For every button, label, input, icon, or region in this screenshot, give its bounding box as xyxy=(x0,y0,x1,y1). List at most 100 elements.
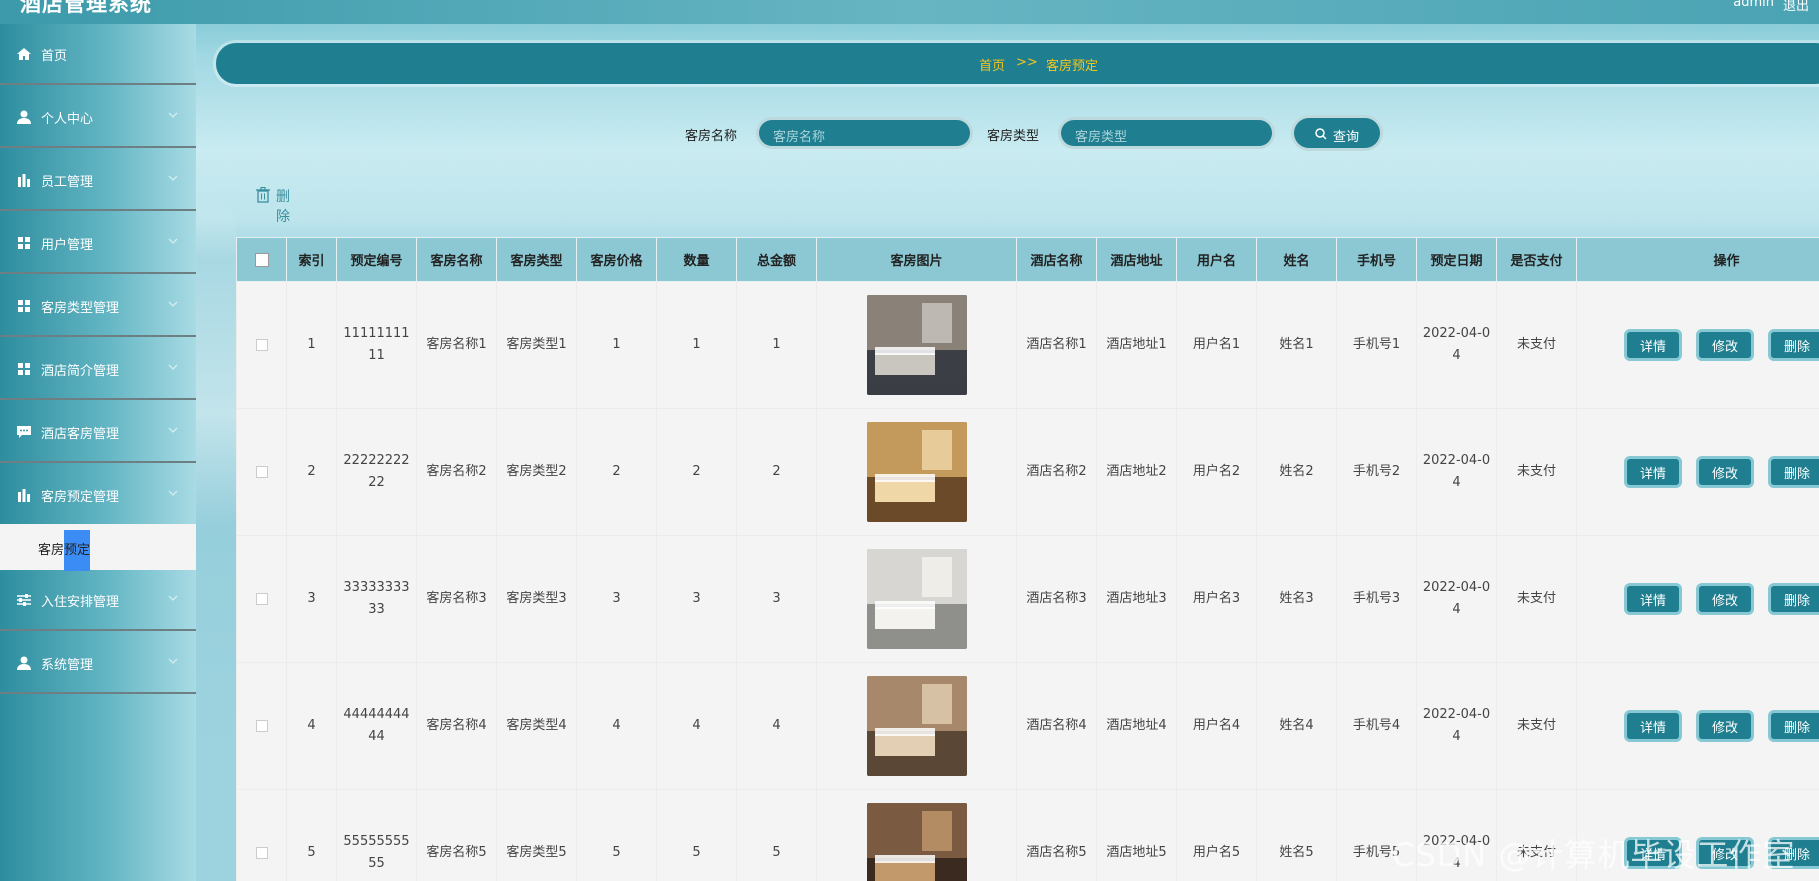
sidebar-item-3[interactable]: 员工管理 xyxy=(0,150,196,211)
cell-price: 4 xyxy=(576,662,657,790)
chevron-down-icon xyxy=(166,234,180,248)
search-button-label: 查询 xyxy=(1333,130,1360,145)
row-checkbox[interactable] xyxy=(255,846,268,859)
logout-link[interactable]: 退出 xyxy=(1783,0,1809,14)
chevron-down-icon xyxy=(166,591,180,605)
cell-index: 1 xyxy=(286,281,337,409)
submenu-room-booking[interactable]: 客房预定 xyxy=(0,524,196,571)
room-type-input[interactable]: 客房类型 xyxy=(1058,117,1275,149)
room-image[interactable] xyxy=(866,422,967,522)
cell-paid: 未支付 xyxy=(1496,535,1577,663)
edit-button[interactable]: 修改 xyxy=(1696,710,1754,742)
room-image-cell xyxy=(816,662,1017,790)
cell-hotel-addr: 酒店地址5 xyxy=(1096,789,1177,881)
sidebar-item-5[interactable]: 客房类型管理 xyxy=(0,276,196,337)
cell-hotel-name: 酒店名称5 xyxy=(1016,789,1097,881)
cell-total: 5 xyxy=(736,789,817,881)
breadcrumb-current: 客房预定 xyxy=(1046,59,1099,74)
table-header-row: 索引 预定编号 客房名称 客房类型 客房价格 数量 总金额 客房图片 酒店名称 酒店地址 用户名 姓名… xyxy=(236,237,1819,282)
sidebar-item-6[interactable]: 酒店简介管理 xyxy=(0,339,196,400)
grid-icon xyxy=(16,235,32,251)
column-header: 预定日期 xyxy=(1416,237,1497,282)
cell-room-type: 客房类型4 xyxy=(496,662,577,790)
column-header: 手机号 xyxy=(1336,237,1417,282)
cell-paid: 未支付 xyxy=(1496,408,1577,536)
sidebar-item-label: 入住安排管理 xyxy=(41,595,120,610)
row-checkbox[interactable] xyxy=(255,465,268,478)
row-select-cell xyxy=(236,535,287,663)
chevron-down-icon xyxy=(166,171,180,185)
edit-button[interactable]: 修改 xyxy=(1696,329,1754,361)
edit-button[interactable]: 修改 xyxy=(1696,583,1754,615)
cell-price: 5 xyxy=(576,789,657,881)
sidebar-item-9[interactable]: 入住安排管理 xyxy=(0,570,196,631)
sidebar-item-label: 用户管理 xyxy=(41,238,94,253)
room-name-input[interactable]: 客房名称 xyxy=(756,117,973,149)
cell-qty: 2 xyxy=(656,408,737,536)
sidebar-item-1[interactable]: 首页 xyxy=(0,24,196,85)
batch-delete-label: 删除 xyxy=(276,189,290,225)
cell-room-name: 客房名称5 xyxy=(416,789,497,881)
sidebar-item-label: 客房预定管理 xyxy=(41,490,120,505)
cell-name: 姓名3 xyxy=(1256,535,1337,663)
submenu-label: 客房预定 xyxy=(38,530,91,571)
delete-button[interactable]: 删除 xyxy=(1768,329,1819,361)
detail-button[interactable]: 详情 xyxy=(1624,329,1682,361)
room-image[interactable] xyxy=(866,803,967,881)
cell-name: 姓名1 xyxy=(1256,281,1337,409)
sidebar-item-2[interactable]: 个人中心 xyxy=(0,87,196,148)
select-all-checkbox[interactable] xyxy=(254,252,269,267)
row-checkbox[interactable] xyxy=(255,338,268,351)
detail-button[interactable]: 详情 xyxy=(1624,583,1682,615)
delete-button[interactable]: 删除 xyxy=(1768,710,1819,742)
cell-code: 5555555555 xyxy=(336,789,417,881)
room-image-cell xyxy=(816,789,1017,881)
chevron-down-icon xyxy=(166,108,180,122)
cell-date: 2022-04-04 xyxy=(1416,281,1497,409)
submenu-label-a: 客房 xyxy=(38,543,65,558)
row-select-cell xyxy=(236,281,287,409)
cell-code: 2222222222 xyxy=(336,408,417,536)
sidebar-item-8[interactable]: 客房预定管理 xyxy=(0,465,196,526)
sidebar-item-label: 个人中心 xyxy=(41,112,94,127)
room-image[interactable] xyxy=(866,549,967,649)
row-checkbox[interactable] xyxy=(255,592,268,605)
search-button[interactable]: 查询 xyxy=(1291,115,1383,151)
sidebar-item-4[interactable]: 用户管理 xyxy=(0,213,196,274)
actions-cell: 详情 修改 删除 xyxy=(1576,662,1819,790)
detail-button[interactable]: 详情 xyxy=(1624,710,1682,742)
edit-button[interactable]: 修改 xyxy=(1696,456,1754,488)
column-header: 总金额 xyxy=(736,237,817,282)
room-image[interactable] xyxy=(866,295,967,395)
cell-qty: 3 xyxy=(656,535,737,663)
trash-icon xyxy=(256,187,270,203)
cell-qty: 5 xyxy=(656,789,737,881)
user-icon xyxy=(16,655,32,671)
cell-username: 用户名5 xyxy=(1176,789,1257,881)
cell-total: 4 xyxy=(736,662,817,790)
cell-hotel-addr: 酒店地址1 xyxy=(1096,281,1177,409)
room-image[interactable] xyxy=(866,676,967,776)
table-row: 1 1111111111 客房名称1 客房类型1 1 1 1 酒店名称1 酒店地址1 用户名1 姓名… xyxy=(236,281,1819,409)
current-user[interactable]: admin xyxy=(1733,0,1774,10)
row-checkbox[interactable] xyxy=(255,719,268,732)
cell-index: 4 xyxy=(286,662,337,790)
sidebar-item-7[interactable]: 酒店客房管理 xyxy=(0,402,196,463)
cell-hotel-name: 酒店名称4 xyxy=(1016,662,1097,790)
sidebar-item-10[interactable]: 系统管理 xyxy=(0,633,196,694)
breadcrumb-home[interactable]: 首页 xyxy=(979,55,1005,74)
booking-table: 索引 预定编号 客房名称 客房类型 客房价格 数量 总金额 客房图片 酒店名称 酒店地址 用户名 姓名… xyxy=(236,237,1819,881)
column-header: 是否支付 xyxy=(1496,237,1577,282)
cell-qty: 4 xyxy=(656,662,737,790)
actions-cell: 详情 修改 删除 xyxy=(1576,408,1819,536)
delete-button[interactable]: 删除 xyxy=(1768,456,1819,488)
cell-total: 1 xyxy=(736,281,817,409)
cell-name: 姓名5 xyxy=(1256,789,1337,881)
app-title: 酒店管理系统 xyxy=(20,0,152,16)
detail-button[interactable]: 详情 xyxy=(1624,456,1682,488)
delete-button[interactable]: 删除 xyxy=(1768,583,1819,615)
search-icon xyxy=(1315,128,1327,140)
cell-phone: 手机号4 xyxy=(1336,662,1417,790)
row-select-cell xyxy=(236,789,287,881)
room-image-cell xyxy=(816,535,1017,663)
